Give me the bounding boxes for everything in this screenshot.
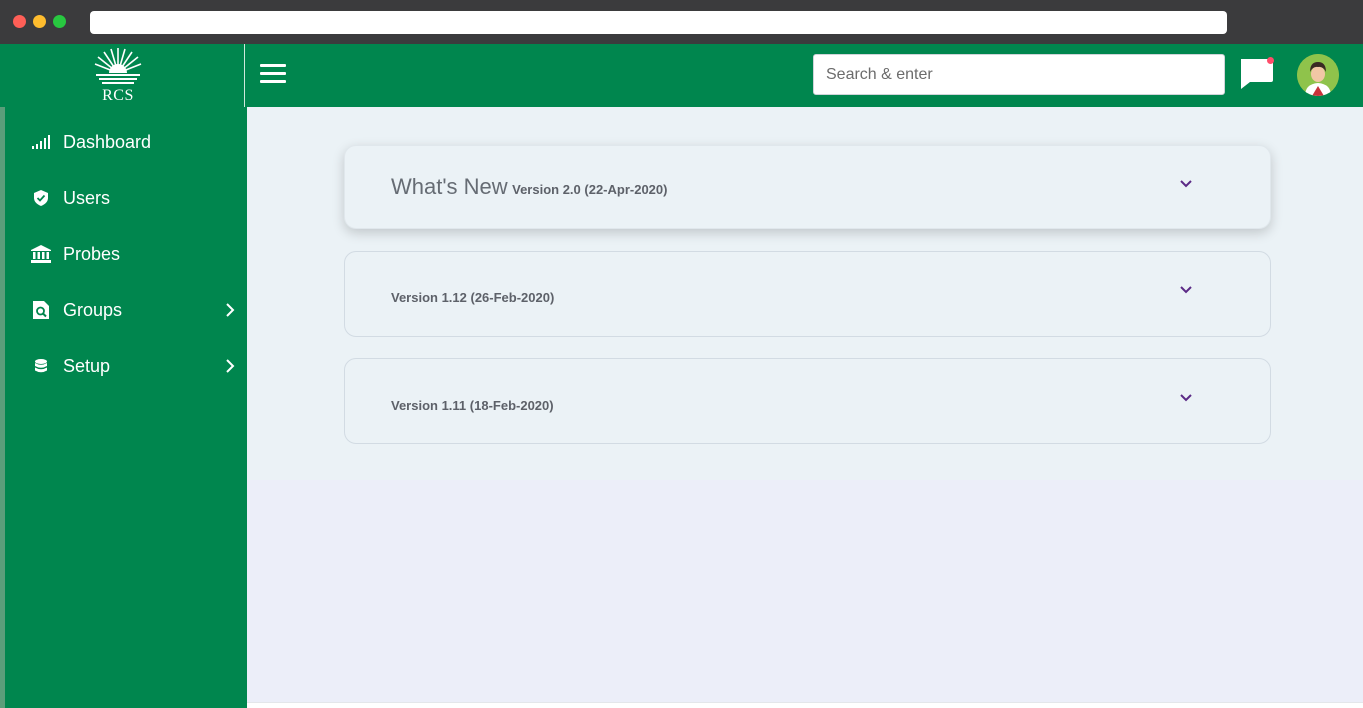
sidebar-item-dashboard[interactable]: Dashboard — [5, 122, 247, 162]
sidebar-item-label: Groups — [63, 299, 123, 320]
sidebar-item-groups[interactable]: Groups — [5, 290, 247, 330]
top-header: RCS — [0, 44, 1363, 107]
sidebar-item-label: Probes — [63, 243, 121, 264]
sidebar-item-probes[interactable]: Probes — [5, 234, 247, 274]
accordion-panel-version-1-11[interactable]: Version 1.11 (18-Feb-2020) — [344, 358, 1271, 444]
panel-version: Version 1.11 (18-Feb-2020) — [391, 398, 554, 413]
accordion-panel-whats-new[interactable]: What's New Version 2.0 (22-Apr-2020) — [344, 145, 1271, 229]
rcs-logo[interactable]: RCS — [92, 47, 144, 105]
user-avatar-icon — [1297, 54, 1339, 96]
sidebar: Dashboard Users Probes Groups Setup — [0, 107, 247, 708]
logo-text: RCS — [102, 87, 134, 104]
panel-title: What's New Version 2.0 (22-Apr-2020) — [391, 174, 667, 200]
chevron-down-icon[interactable] — [1179, 393, 1193, 403]
sidebar-item-setup[interactable]: Setup — [5, 346, 247, 386]
maximize-window-button[interactable] — [53, 15, 66, 28]
address-bar[interactable] — [90, 11, 1227, 34]
chevron-down-icon[interactable] — [1179, 179, 1193, 189]
signal-bars-icon — [31, 132, 51, 152]
bank-icon — [31, 244, 51, 264]
sidebar-item-label: Dashboard — [63, 131, 152, 152]
menu-icon — [260, 64, 286, 67]
chevron-right-icon — [226, 303, 235, 317]
chevron-down-icon[interactable] — [1179, 285, 1193, 295]
browser-chrome — [0, 0, 1363, 44]
panel-heading: What's New — [391, 174, 508, 199]
notification-badge — [1267, 57, 1274, 64]
footer-strip — [247, 702, 1363, 708]
file-search-icon — [31, 300, 51, 320]
search-input[interactable] — [813, 54, 1225, 95]
panel-title: Version 1.11 (18-Feb-2020) — [391, 397, 554, 415]
hamburger-menu-button[interactable] — [260, 64, 286, 86]
chevron-right-icon — [226, 359, 235, 373]
panel-version: Version 2.0 (22-Apr-2020) — [512, 182, 668, 197]
sidebar-item-users[interactable]: Users — [5, 178, 247, 218]
logo-area: RCS — [0, 44, 245, 107]
sidebar-item-label: Setup — [63, 355, 111, 376]
minimize-window-button[interactable] — [33, 15, 46, 28]
avatar[interactable] — [1297, 54, 1339, 96]
main-content-lower — [247, 480, 1363, 702]
close-window-button[interactable] — [13, 15, 26, 28]
panel-title: Version 1.12 (26-Feb-2020) — [391, 289, 554, 307]
panel-version: Version 1.12 (26-Feb-2020) — [391, 290, 555, 305]
shield-check-icon — [31, 188, 51, 208]
sidebar-item-label: Users — [63, 187, 111, 208]
database-icon — [31, 356, 51, 376]
sunburst-logo-icon — [94, 48, 142, 89]
accordion-panel-version-1-12[interactable]: Version 1.12 (26-Feb-2020) — [344, 251, 1271, 337]
